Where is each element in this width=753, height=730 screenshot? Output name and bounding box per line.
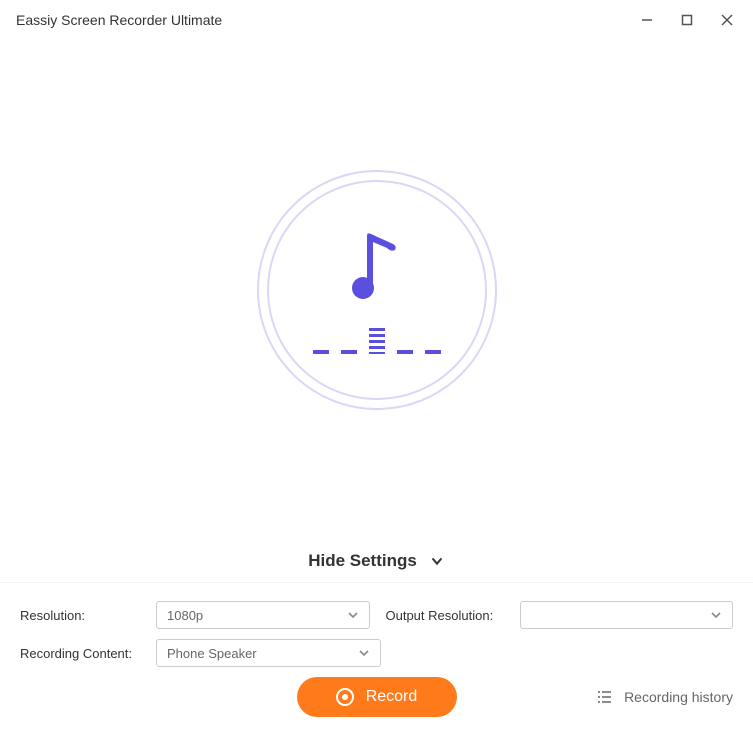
close-button[interactable] [709,4,745,36]
record-icon [336,688,354,706]
equalizer-icon [313,328,441,354]
history-list-icon [596,688,614,706]
record-button[interactable]: Record [297,677,457,717]
music-note-icon [347,226,407,304]
window-controls [629,4,745,36]
output-resolution-select[interactable] [520,601,734,629]
output-resolution-label: Output Resolution: [386,608,504,623]
record-label: Record [366,688,418,706]
toggle-settings-button[interactable]: Hide Settings [0,540,753,582]
toggle-settings-label: Hide Settings [308,551,417,571]
inner-ring [267,180,487,400]
recording-content-select[interactable]: Phone Speaker [156,639,381,667]
maximize-button[interactable] [669,4,705,36]
resolution-select[interactable]: 1080p [156,601,370,629]
chevron-down-icon [356,645,372,661]
chevron-down-icon [429,553,445,569]
recording-content-value: Phone Speaker [167,646,257,661]
resolution-label: Resolution: [20,608,140,623]
titlebar: Eassiy Screen Recorder Ultimate [0,0,753,40]
recording-history-button[interactable]: Recording history [596,688,733,706]
recording-content-label: Recording Content: [20,646,140,661]
outer-ring [257,170,497,410]
chevron-down-icon [345,607,361,623]
footer-bar: Record Recording history [0,674,753,720]
main-visual-area [0,40,753,540]
resolution-value: 1080p [167,608,203,623]
chevron-down-icon [708,607,724,623]
history-label: Recording history [624,689,733,705]
minimize-button[interactable] [629,4,665,36]
window-title: Eassiy Screen Recorder Ultimate [16,12,222,28]
